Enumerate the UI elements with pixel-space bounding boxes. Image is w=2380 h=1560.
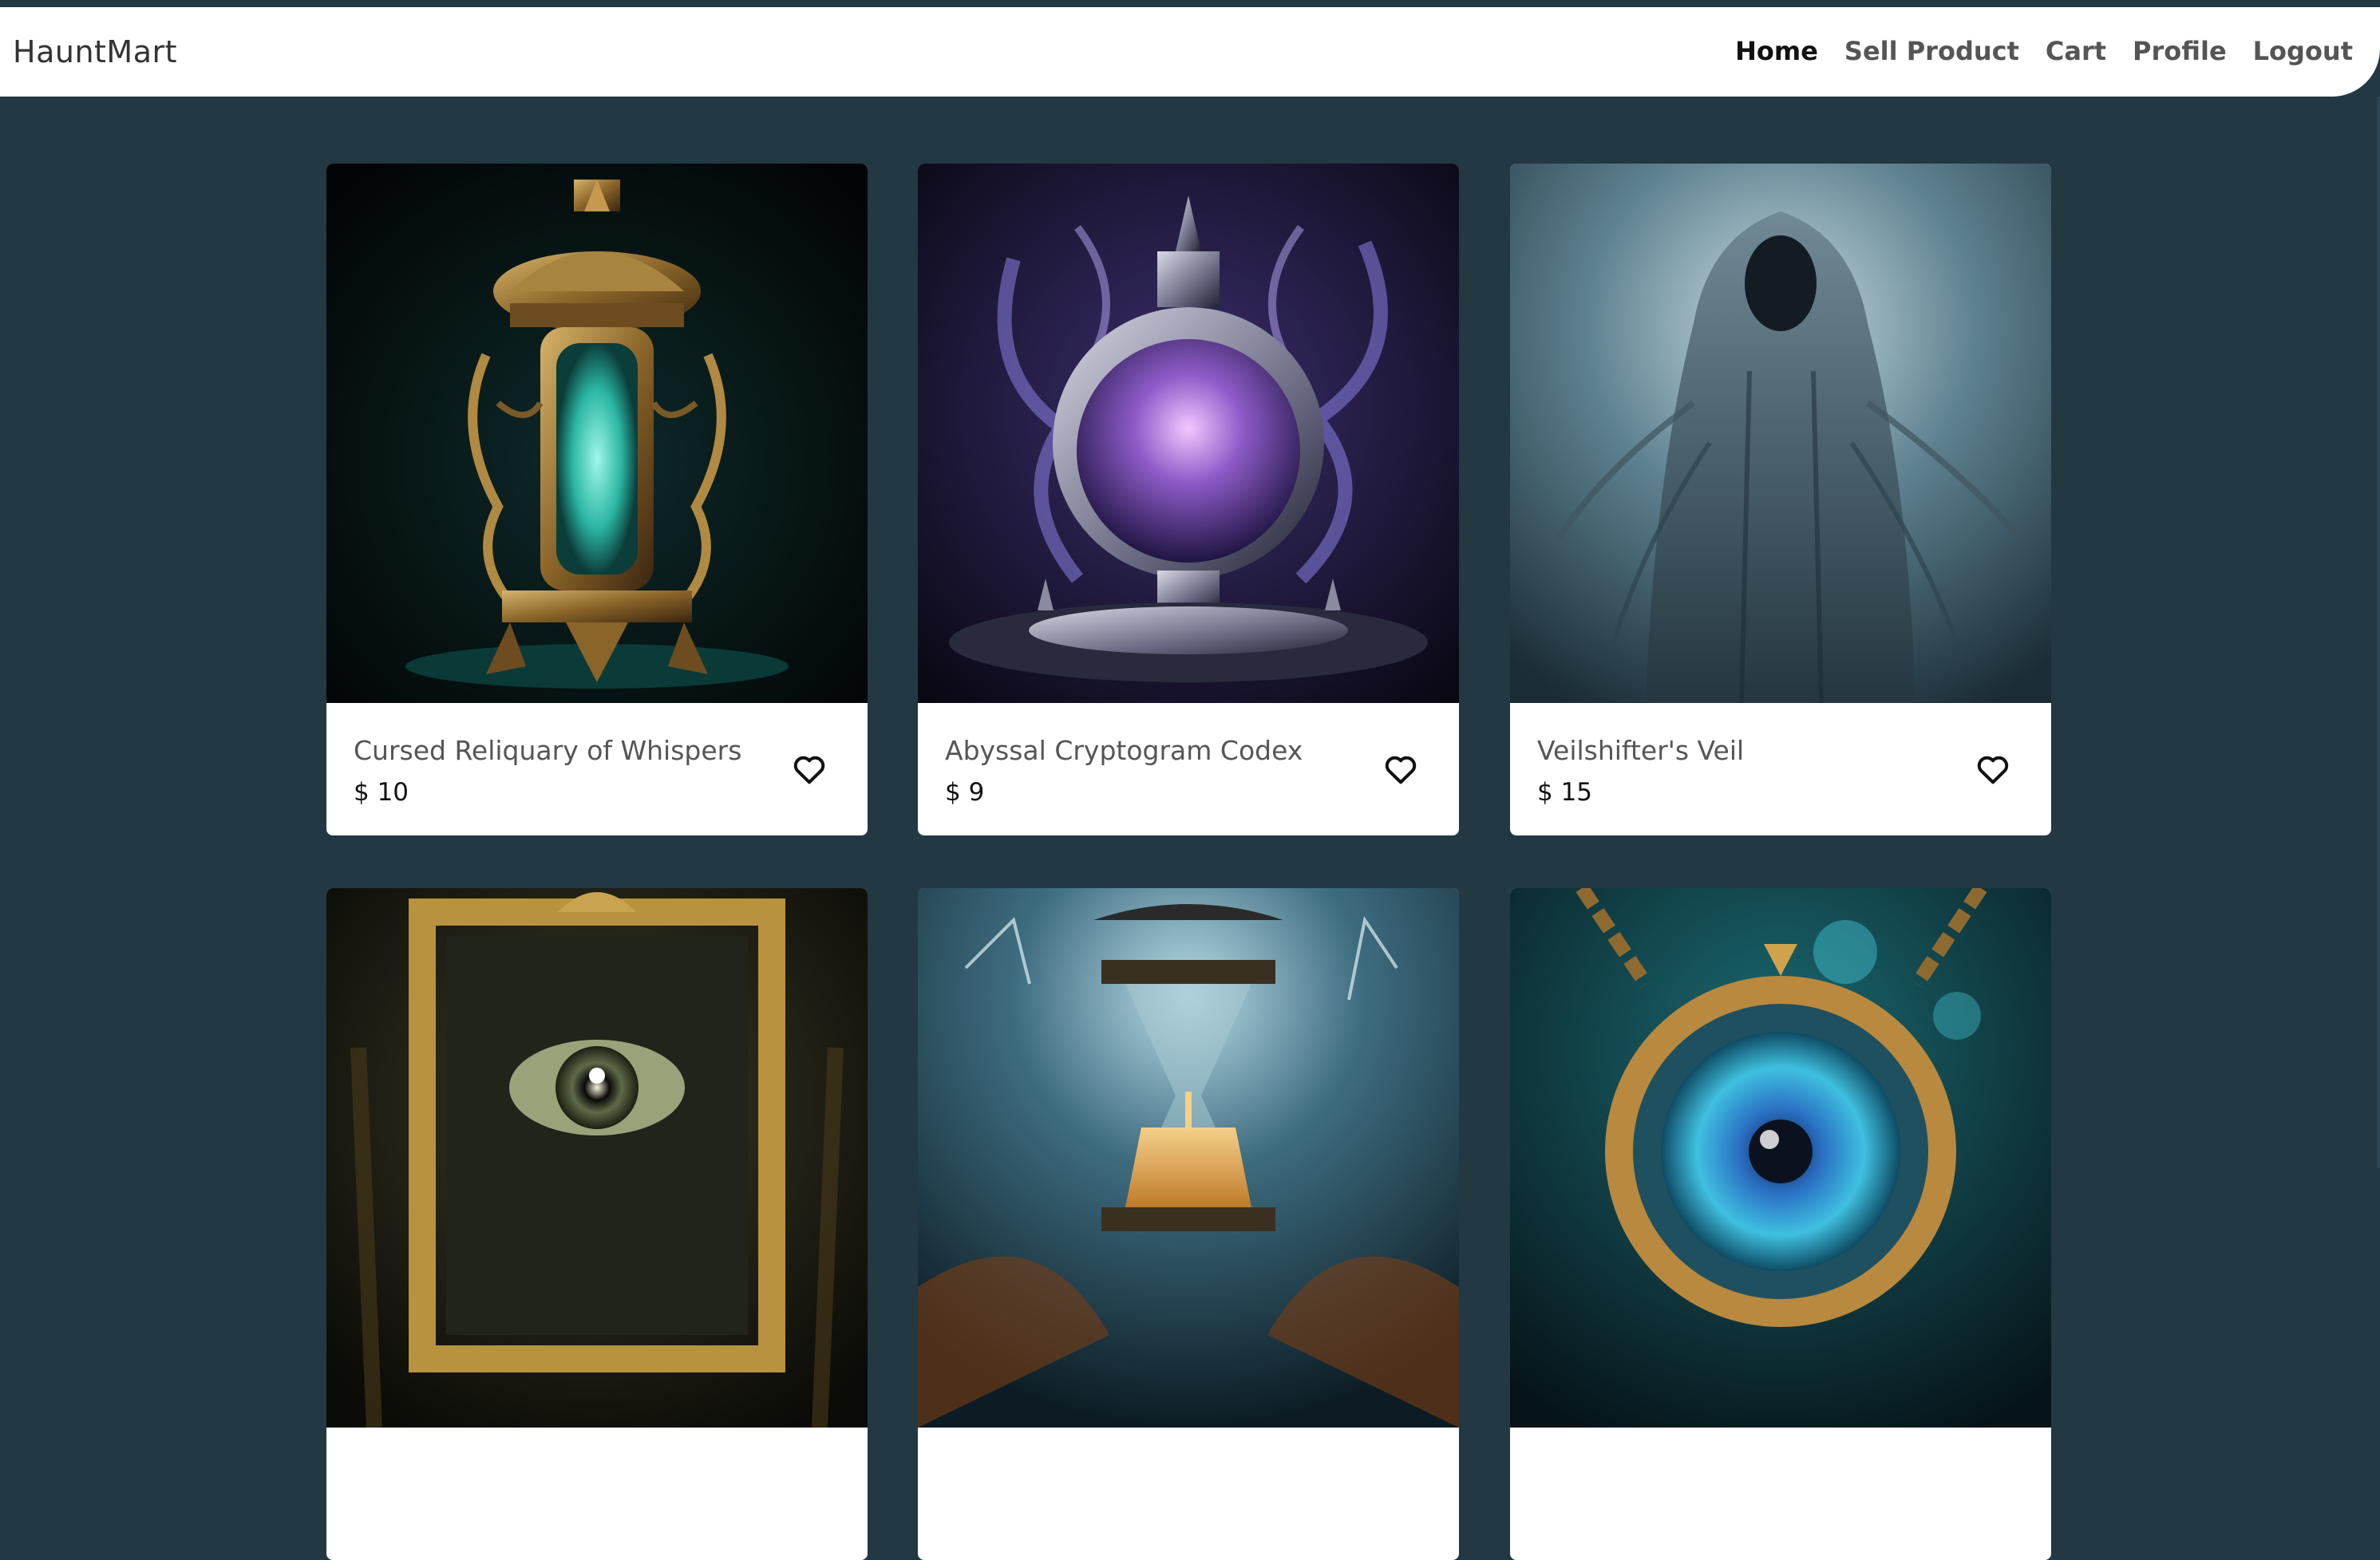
card-body: Veilshifter's Veil $ 15 <box>1510 703 2051 835</box>
product-card[interactable] <box>326 888 868 1560</box>
card-body: Cursed Reliquary of Whispers $ 10 <box>326 703 868 835</box>
hooded-wraith-image[interactable] <box>1510 164 2051 703</box>
product-card[interactable]: Abyssal Cryptogram Codex $ 9 <box>918 164 1459 835</box>
nav-cart[interactable]: Cart <box>2046 36 2106 66</box>
eye-amulet-image[interactable] <box>1510 888 2051 1428</box>
favorite-heart-icon[interactable] <box>1975 751 2011 788</box>
product-title[interactable]: Veilshifter's Veil <box>1537 735 1744 766</box>
card-body <box>918 1428 1459 1560</box>
brand-logo[interactable]: HauntMart <box>13 34 177 69</box>
nav-profile[interactable]: Profile <box>2133 36 2227 66</box>
navbar: HauntMart Home Sell Product Cart Profile… <box>0 7 2380 97</box>
nav-logout[interactable]: Logout <box>2253 36 2353 66</box>
product-price: $ 10 <box>354 778 409 807</box>
favorite-heart-icon[interactable] <box>1382 751 1419 788</box>
storm-hourglass-image[interactable] <box>918 888 1459 1428</box>
card-body <box>1510 1428 2051 1560</box>
product-card[interactable] <box>1510 888 2051 1560</box>
purple-smoke-urn-image[interactable] <box>918 164 1459 703</box>
nav-home[interactable]: Home <box>1735 36 1818 66</box>
product-card[interactable]: Veilshifter's Veil $ 15 <box>1510 164 2051 835</box>
card-body: Abyssal Cryptogram Codex $ 9 <box>918 703 1459 835</box>
product-title[interactable]: Abyssal Cryptogram Codex <box>945 735 1303 766</box>
card-body <box>326 1428 868 1560</box>
favorite-heart-icon[interactable] <box>791 751 828 788</box>
nav-sell-product[interactable]: Sell Product <box>1844 36 2019 66</box>
framed-eye-mirror-image[interactable] <box>326 888 868 1428</box>
nav-links: Home Sell Product Cart Profile Logout <box>1735 36 2353 66</box>
window-top-strip <box>0 0 2380 7</box>
product-price: $ 9 <box>945 778 985 807</box>
scrollbar-edge[interactable] <box>2377 97 2380 1168</box>
ornate-lantern-image[interactable] <box>326 164 868 703</box>
product-price: $ 15 <box>1537 778 1593 807</box>
product-card[interactable] <box>918 888 1459 1560</box>
product-card[interactable]: Cursed Reliquary of Whispers $ 10 <box>326 164 868 835</box>
product-title[interactable]: Cursed Reliquary of Whispers <box>354 735 741 766</box>
